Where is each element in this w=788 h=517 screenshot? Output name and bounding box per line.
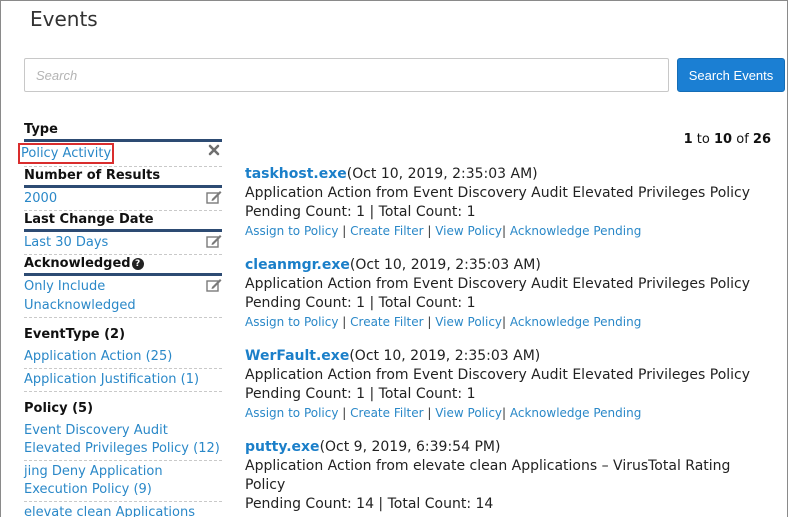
event-name-link[interactable]: putty.exe — [245, 439, 320, 455]
facet-policy-item[interactable]: jing Deny Application Execution Policy (… — [24, 461, 222, 502]
pagination-total: 26 — [752, 132, 771, 147]
assign-to-policy-link[interactable]: Assign to Policy — [245, 406, 338, 420]
filter-ack-title-text: Acknowledged — [24, 256, 131, 271]
event-date: (Oct 10, 2019, 2:35:03 AM) — [349, 348, 541, 364]
facet-policy-item-line2: Elevated Privileges Policy (12) — [24, 441, 220, 456]
edit-icon[interactable] — [206, 278, 222, 294]
facet-policy-item-line1: elevate clean Applications — [24, 505, 195, 517]
action-separator: | — [502, 224, 510, 238]
events-page: Events Search Events Type Policy Activit… — [0, 0, 788, 517]
filter-ack-value-line2[interactable]: Unacknowledged — [24, 296, 200, 315]
event-header: taskhost.exe(Oct 10, 2019, 2:35:03 AM) — [245, 165, 775, 184]
filter-sidebar: Type Policy Activity Number of Results 2… — [18, 121, 222, 517]
filter-results-header: Number of Results — [24, 167, 222, 188]
edit-icon[interactable] — [206, 190, 222, 206]
event-description: Application Action from elevate clean Ap… — [245, 458, 731, 493]
event-actions: Assign to Policy | Create Filter | View … — [245, 222, 775, 240]
filter-ack-title: Acknowledged? — [24, 255, 222, 273]
page-title: Events — [30, 7, 98, 31]
event-actions: Assign to Policy | Create Filter | View … — [245, 313, 775, 331]
event-counts: Pending Count: 1 | Total Count: 1 — [245, 204, 476, 220]
pagination-from: 1 — [683, 132, 693, 147]
acknowledge-pending-link[interactable]: Acknowledge Pending — [510, 224, 641, 238]
acknowledge-pending-link[interactable]: Acknowledge Pending — [510, 315, 641, 329]
facet-policy-title: Policy (5) — [24, 401, 94, 416]
event-item: cleanmgr.exe(Oct 10, 2019, 2:35:03 AM) A… — [245, 256, 775, 347]
filter-date-value[interactable]: Last 30 Days — [24, 235, 108, 250]
filter-results-value[interactable]: 2000 — [24, 191, 57, 206]
event-header: WerFault.exe(Oct 10, 2019, 2:35:03 AM) — [245, 347, 775, 366]
filter-type-header: Type — [24, 121, 222, 142]
action-separator: | — [338, 315, 351, 329]
action-separator: | — [338, 406, 351, 420]
event-description: Application Action from Event Discovery … — [245, 276, 751, 292]
filter-results-title: Number of Results — [24, 168, 161, 183]
filter-type-row: Policy Activity — [18, 143, 222, 167]
filter-ack-header: Acknowledged? — [24, 255, 222, 276]
event-counts: Pending Count: 1 | Total Count: 1 — [245, 295, 476, 311]
event-results-list: taskhost.exe(Oct 10, 2019, 2:35:03 AM) A… — [245, 165, 775, 517]
filter-results-row: 2000 — [24, 189, 222, 211]
pagination-of-word: of — [736, 132, 749, 147]
event-name-link[interactable]: cleanmgr.exe — [245, 257, 350, 273]
action-separator: | — [338, 224, 351, 238]
event-counts: Pending Count: 14 | Total Count: 14 — [245, 496, 494, 512]
facet-policy-item[interactable]: Event Discovery Audit Elevated Privilege… — [24, 420, 222, 461]
filter-date-header: Last Change Date — [24, 211, 222, 232]
event-item: WerFault.exe(Oct 10, 2019, 2:35:03 AM) A… — [245, 347, 775, 438]
event-description: Application Action from Event Discovery … — [245, 185, 751, 201]
view-policy-link[interactable]: View Policy — [435, 224, 502, 238]
event-item: taskhost.exe(Oct 10, 2019, 2:35:03 AM) A… — [245, 165, 775, 256]
assign-to-policy-link[interactable]: Assign to Policy — [245, 224, 338, 238]
event-date: (Oct 10, 2019, 2:35:03 AM) — [346, 166, 538, 182]
pagination-summary: 1 to 10 of 26 — [684, 132, 771, 147]
filter-type-title: Type — [24, 122, 58, 137]
event-actions: Assign to Policy | Create Filter | View … — [245, 404, 775, 422]
search-events-button[interactable]: Search Events — [677, 58, 785, 92]
event-date: (Oct 9, 2019, 6:39:54 PM) — [319, 439, 501, 455]
create-filter-link[interactable]: Create Filter — [350, 315, 423, 329]
filter-ack-value-line1[interactable]: Only Include — [24, 277, 200, 296]
action-separator: | — [502, 315, 510, 329]
event-header: putty.exe(Oct 9, 2019, 6:39:54 PM) — [245, 438, 775, 457]
help-circle-icon[interactable]: ? — [131, 258, 144, 270]
view-policy-link[interactable]: View Policy — [435, 315, 502, 329]
action-separator: | — [502, 406, 510, 420]
facet-policy-item-line1: jing Deny Application — [24, 464, 163, 479]
facet-policy-item-line2: Execution Policy (9) — [24, 482, 152, 497]
acknowledge-pending-link[interactable]: Acknowledge Pending — [510, 406, 641, 420]
event-name-link[interactable]: taskhost.exe — [245, 166, 347, 182]
filter-ack-row: Only Include Unacknowledged — [24, 277, 222, 318]
facet-policy-item-line1: Event Discovery Audit — [24, 423, 168, 438]
create-filter-link[interactable]: Create Filter — [350, 406, 423, 420]
facet-policy-item[interactable]: elevate clean Applications — [24, 502, 222, 517]
action-separator: | — [423, 224, 436, 238]
times-icon[interactable] — [206, 144, 222, 160]
event-item: putty.exe(Oct 9, 2019, 6:39:54 PM) Appli… — [245, 438, 775, 517]
event-header: cleanmgr.exe(Oct 10, 2019, 2:35:03 AM) — [245, 256, 775, 275]
pagination-to: 10 — [714, 132, 733, 147]
facet-eventtype-item[interactable]: Application Action (25) — [24, 346, 222, 369]
event-name-link[interactable]: WerFault.exe — [245, 348, 349, 364]
facet-eventtype-item[interactable]: Application Justification (1) — [24, 369, 222, 392]
create-filter-link[interactable]: Create Filter — [350, 224, 423, 238]
pagination-to-word: to — [696, 132, 710, 147]
view-policy-link[interactable]: View Policy — [435, 406, 502, 420]
event-date: (Oct 10, 2019, 2:35:03 AM) — [349, 257, 541, 273]
search-input[interactable] — [24, 58, 669, 92]
filter-type-value[interactable]: Policy Activity — [18, 143, 115, 164]
facet-eventtype-title: EventType (2) — [24, 327, 126, 342]
event-description: Application Action from Event Discovery … — [245, 367, 751, 383]
action-separator: | — [423, 315, 436, 329]
filter-date-title: Last Change Date — [24, 212, 154, 227]
filter-date-row: Last 30 Days — [24, 233, 222, 255]
event-counts: Pending Count: 1 | Total Count: 1 — [245, 386, 476, 402]
action-separator: | — [423, 406, 436, 420]
edit-icon[interactable] — [206, 234, 222, 250]
assign-to-policy-link[interactable]: Assign to Policy — [245, 315, 338, 329]
